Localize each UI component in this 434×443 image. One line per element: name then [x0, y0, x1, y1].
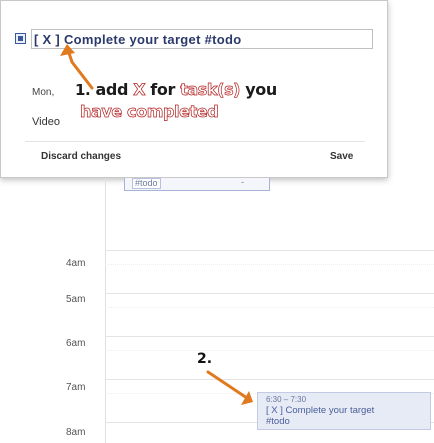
- calendar-event-title: [ X ] Complete your target #todo: [266, 405, 375, 427]
- calendar-event-time: 6:30 – 7:30: [266, 395, 307, 404]
- calendar-event[interactable]: 6:30 – 7:30 [ X ] Complete your target #…: [257, 392, 431, 430]
- annotation-arrow-2-icon: [206, 370, 253, 405]
